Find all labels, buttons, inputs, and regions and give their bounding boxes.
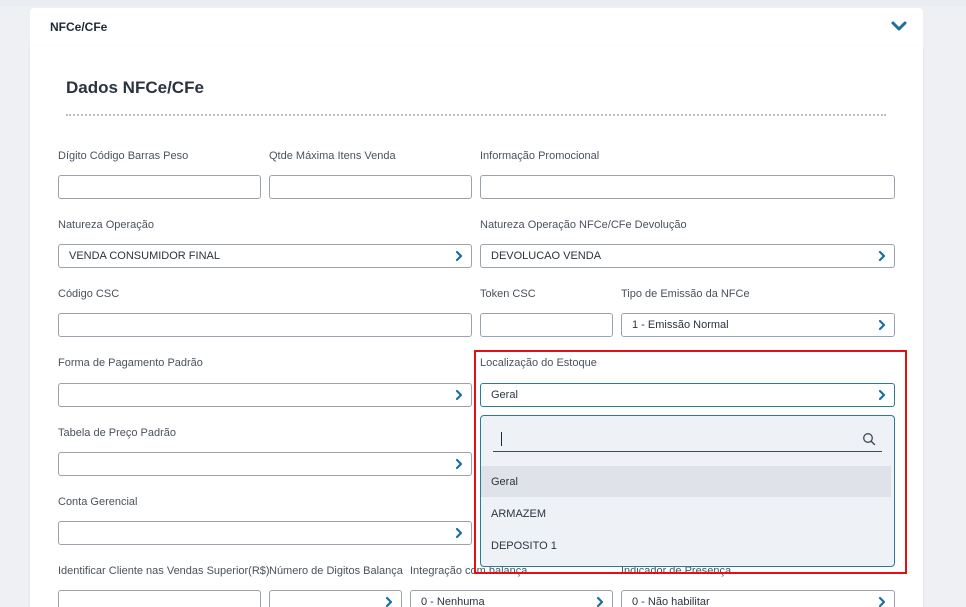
natureza-operacao-devolucao-label: Natureza Operação NFCe/CFe Devolução [480,219,687,231]
dropdown-option-label: DEPOSITO 1 [491,540,557,552]
tipo-emissao-select[interactable]: 1 - Emissão Normal [621,313,895,337]
dropdown-option-geral[interactable]: Geral [481,466,891,497]
localizacao-estoque-label: Localização do Estoque [480,357,597,369]
chevron-right-icon [596,596,604,607]
localizacao-estoque-select[interactable]: Geral [480,383,895,407]
search-icon[interactable] [862,432,876,446]
qtde-maxima-itens-label: Qtde Máxima Itens Venda [269,150,396,162]
panel-header[interactable]: NFCe/CFe [30,8,923,46]
indicador-presenca-select[interactable]: 0 - Não habilitar [621,590,895,607]
forma-pagamento-select[interactable] [58,383,472,407]
natureza-operacao-value: VENDA CONSUMIDOR FINAL [69,250,220,262]
panel-title: NFCe/CFe [50,20,108,34]
informacao-promocional-input[interactable] [480,175,895,199]
forma-pagamento-label: Forma de Pagamento Padrão [58,357,203,369]
conta-gerencial-select[interactable] [58,521,472,545]
codigo-csc-label: Código CSC [58,288,120,300]
chevron-down-icon[interactable] [889,16,909,36]
token-csc-input[interactable] [480,313,613,337]
dropdown-option-label: ARMAZEM [491,508,546,520]
qtde-maxima-itens-input[interactable] [269,175,472,199]
tipo-emissao-value: 1 - Emissão Normal [632,319,729,331]
chevron-right-icon [878,596,886,607]
token-csc-label: Token CSC [480,288,536,300]
tipo-emissao-label: Tipo de Emissão da NFCe [621,288,750,300]
dropdown-option-deposito-1[interactable]: DEPOSITO 1 [481,530,891,561]
dropdown-option-armazem[interactable]: ARMAZEM [481,498,891,529]
natureza-operacao-devolucao-value: DEVOLUCAO VENDA [491,250,602,262]
chevron-right-icon [455,527,463,539]
localizacao-estoque-dropdown: Geral ARMAZEM DEPOSITO 1 [480,415,895,567]
localizacao-estoque-value: Geral [491,389,518,401]
identificar-cliente-input[interactable] [58,590,261,607]
chevron-right-icon [878,389,886,401]
identificar-cliente-label: Identificar Cliente nas Vendas Superior(… [58,565,270,577]
chevron-right-icon [455,389,463,401]
natureza-operacao-devolucao-select[interactable]: DEVOLUCAO VENDA [480,244,895,268]
digito-codigo-barras-label: Dígito Código Barras Peso [58,150,189,162]
chevron-right-icon [878,319,886,331]
chevron-right-icon [878,250,886,262]
integracao-balanca-value: 0 - Nenhuma [421,596,485,607]
integracao-balanca-select[interactable]: 0 - Nenhuma [410,590,613,607]
section-divider [66,114,886,116]
tabela-preco-select[interactable] [58,452,472,476]
top-strip [0,0,966,6]
dropdown-search-input[interactable] [493,426,882,452]
indicador-presenca-value: 0 - Não habilitar [632,596,710,607]
codigo-csc-input[interactable] [58,313,472,337]
informacao-promocional-label: Informação Promocional [480,150,600,162]
chevron-right-icon [455,458,463,470]
chevron-right-icon [385,596,393,607]
text-cursor [501,432,502,446]
numero-digitos-balanca-select[interactable] [269,590,402,607]
natureza-operacao-select[interactable]: VENDA CONSUMIDOR FINAL [58,244,472,268]
numero-digitos-balanca-label: Número de Digitos Balança [269,565,403,577]
tabela-preco-label: Tabela de Preço Padrão [58,427,177,439]
dropdown-option-label: Geral [491,476,518,488]
chevron-right-icon [455,250,463,262]
digito-codigo-barras-input[interactable] [58,175,261,199]
natureza-operacao-label: Natureza Operação [58,219,154,231]
section-title: Dados NFCe/CFe [66,78,204,97]
conta-gerencial-label: Conta Gerencial [58,496,138,508]
